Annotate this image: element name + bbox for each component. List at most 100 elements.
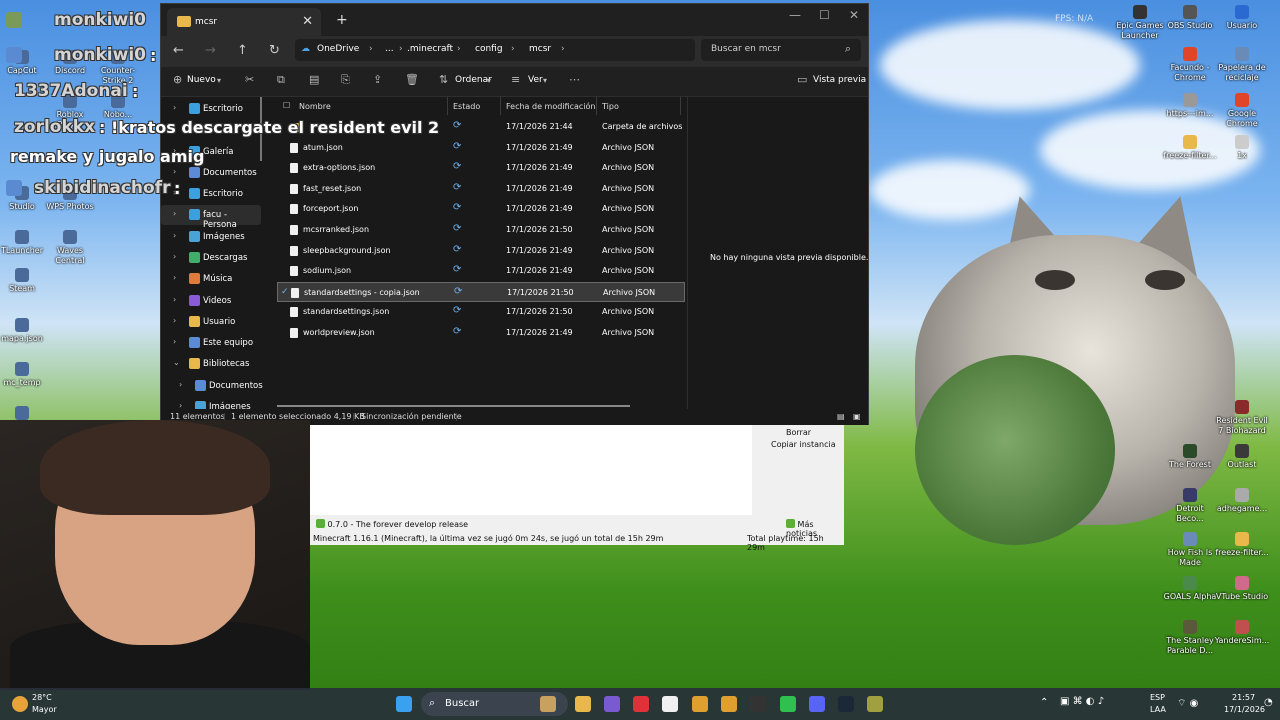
weather-icon[interactable] bbox=[12, 696, 28, 712]
launcher-icon[interactable] bbox=[867, 696, 883, 712]
chevron-right-icon[interactable]: › bbox=[179, 401, 182, 409]
nav-item[interactable]: › Descargas bbox=[161, 248, 261, 268]
shortcut-label: Studio bbox=[9, 202, 35, 211]
spotify-icon[interactable] bbox=[780, 696, 796, 712]
file-row[interactable]: standardsettings.json ⟳ 17/1/2026 21:50 Arc… bbox=[277, 302, 685, 322]
desktop-shortcut[interactable]: Detroit Beco... bbox=[1162, 488, 1218, 524]
language-indicator[interactable]: ESP bbox=[1150, 693, 1165, 702]
tiles-view-icon[interactable]: ▣ bbox=[853, 412, 861, 421]
horizontal-scrollbar[interactable] bbox=[277, 405, 630, 407]
nav-item[interactable]: ⌄ Bibliotecas bbox=[161, 354, 261, 374]
windows-start-icon[interactable] bbox=[396, 696, 412, 712]
desktop-shortcut[interactable]: freeze-filter... bbox=[1214, 532, 1270, 558]
details-view-icon[interactable]: ▤ bbox=[837, 412, 845, 421]
app-icon[interactable] bbox=[604, 696, 620, 712]
nav-item[interactable]: › Música bbox=[161, 269, 261, 289]
desktop-shortcut[interactable]: Epic Games Launcher bbox=[1112, 5, 1168, 41]
column-status[interactable]: Estado bbox=[453, 102, 480, 111]
file-explorer-icon[interactable] bbox=[575, 696, 591, 712]
file-row[interactable]: forceport.json ⟳ 17/1/2026 21:49 Archivo JS… bbox=[277, 199, 685, 219]
chevron-down-icon[interactable]: ⌄ bbox=[173, 358, 180, 367]
shortcut-icon bbox=[1235, 93, 1249, 107]
file-row[interactable]: mcsrranked.json ⟳ 17/1/2026 21:50 Archivo J… bbox=[277, 220, 685, 240]
steam-icon[interactable] bbox=[838, 696, 854, 712]
close-window-icon[interactable]: ✕ bbox=[849, 8, 859, 22]
view-button[interactable]: Ver bbox=[528, 75, 543, 85]
wps-icon[interactable] bbox=[633, 696, 649, 712]
desktop-shortcut[interactable]: Google Chrome bbox=[1214, 93, 1270, 129]
search-icon: ⌕ bbox=[844, 42, 851, 55]
desktop-shortcut[interactable]: OBS Studio bbox=[1162, 5, 1218, 31]
chevron-right-icon[interactable]: › bbox=[173, 252, 176, 261]
breadcrumb-mcsr[interactable]: mcsr bbox=[529, 44, 551, 54]
column-modified[interactable]: Fecha de modificación bbox=[506, 102, 595, 111]
chrome-icon[interactable] bbox=[692, 696, 708, 712]
nav-item[interactable]: › Imágenes bbox=[161, 397, 261, 409]
more-options-icon[interactable]: ⋯ bbox=[569, 73, 580, 86]
desktop-shortcut[interactable]: Outlast bbox=[1214, 444, 1270, 470]
desktop-shortcut[interactable]: mapa.json bbox=[0, 318, 48, 344]
nav-item[interactable]: › Videos bbox=[161, 291, 261, 311]
nav-item[interactable]: › Usuario bbox=[161, 312, 261, 332]
preview-pane-button[interactable]: Vista previa bbox=[813, 75, 866, 85]
minimize-icon[interactable]: — bbox=[789, 8, 801, 22]
chevron-right-icon[interactable]: › bbox=[173, 167, 176, 176]
nav-item-icon bbox=[189, 295, 200, 306]
chevron-right-icon[interactable]: › bbox=[173, 337, 176, 346]
search-input[interactable]: Buscar en mcsr ⌕ bbox=[701, 39, 861, 61]
desktop-shortcut[interactable]: The Stanley Parable D... bbox=[1162, 620, 1218, 656]
desktop-shortcut[interactable]: VTube Studio bbox=[1214, 576, 1270, 602]
desktop-shortcut[interactable]: mc_temp bbox=[0, 362, 48, 388]
desktop-shortcut[interactable]: Steam bbox=[0, 268, 48, 294]
nav-item[interactable]: › Este equipo bbox=[161, 333, 261, 353]
clock-date[interactable]: 17/1/2026 bbox=[1224, 705, 1265, 714]
desktop-shortcut[interactable]: Usuario bbox=[1214, 5, 1270, 31]
app-icon[interactable] bbox=[662, 696, 678, 712]
desktop-shortcut[interactable]: freeze-filter... bbox=[1162, 135, 1218, 161]
chevron-up-icon[interactable]: ⌃ bbox=[1040, 697, 1048, 708]
file-row[interactable]: sodium.json ⟳ 17/1/2026 21:49 Archivo JSON bbox=[277, 261, 685, 281]
news-item[interactable]: 0.7.0 - The forever develop release bbox=[316, 519, 468, 529]
desktop-shortcut[interactable]: https---im... bbox=[1162, 93, 1218, 119]
chevron-right-icon[interactable]: › bbox=[173, 295, 176, 304]
desktop-shortcut[interactable]: YandereSim... bbox=[1214, 620, 1270, 646]
desktop-shortcut[interactable]: Resident Evil 7 Biohazard bbox=[1214, 400, 1270, 436]
desktop-shortcut[interactable]: Papelera de reciclaje bbox=[1214, 47, 1270, 83]
desktop-shortcut[interactable]: How Fish Is Made bbox=[1162, 532, 1218, 568]
file-row[interactable]: ✓ standardsettings - copia.json ⟳ 17/1/2026… bbox=[277, 281, 685, 302]
nav-item[interactable]: › Imágenes bbox=[161, 227, 261, 247]
language-indicator-sub[interactable]: LAA bbox=[1150, 705, 1166, 714]
tray-icons[interactable]: ▣ ⌘ ◐ ♪ bbox=[1060, 696, 1104, 707]
clock-time[interactable]: 21:57 bbox=[1232, 693, 1255, 702]
row-checkbox[interactable]: ✓ bbox=[281, 287, 289, 297]
chevron-right-icon[interactable]: › bbox=[173, 273, 176, 282]
network-volume-icons[interactable]: ⌔ ◉ bbox=[1177, 697, 1198, 710]
notifications-icon[interactable]: ◔ bbox=[1264, 697, 1273, 708]
chevron-right-icon[interactable]: › bbox=[173, 316, 176, 325]
desktop-shortcut[interactable]: Facundo - Chrome bbox=[1162, 47, 1218, 83]
obs-icon[interactable] bbox=[750, 696, 766, 712]
column-type[interactable]: Tipo bbox=[602, 102, 619, 111]
desktop-shortcut[interactable]: TLauncher bbox=[0, 230, 48, 256]
desktop-shortcut[interactable]: 1x bbox=[1214, 135, 1270, 161]
column-name[interactable]: Nombre bbox=[299, 102, 331, 111]
chevron-right-icon[interactable]: › bbox=[179, 380, 182, 389]
chevron-right-icon[interactable]: › bbox=[173, 103, 176, 112]
nav-item[interactable]: › facu - Persona bbox=[161, 205, 261, 230]
chrome-icon[interactable] bbox=[721, 696, 737, 712]
nav-item[interactable]: › Documentos bbox=[161, 376, 263, 396]
delete-instance-button[interactable]: Borrar bbox=[786, 428, 811, 437]
desktop-shortcut[interactable]: GOALS Alpha bbox=[1162, 576, 1218, 602]
desktop-shortcut[interactable]: adhegame... bbox=[1214, 488, 1270, 514]
breadcrumb-config[interactable]: config bbox=[475, 44, 503, 54]
maximize-icon[interactable]: ☐ bbox=[819, 8, 830, 22]
desktop-shortcut[interactable]: Waves Central bbox=[44, 230, 96, 266]
copy-instance-button[interactable]: Copiar instancia bbox=[771, 440, 836, 449]
file-row[interactable]: sleepbackground.json ⟳ 17/1/2026 21:49 Arch… bbox=[277, 241, 685, 261]
desktop-shortcut[interactable]: The Forest bbox=[1162, 444, 1218, 470]
file-row[interactable]: worldpreview.json ⟳ 17/1/2026 21:49 Archivo… bbox=[277, 323, 685, 343]
chevron-right-icon[interactable]: › bbox=[173, 231, 176, 240]
widgets-icon[interactable] bbox=[540, 696, 556, 712]
chevron-right-icon[interactable]: › bbox=[173, 209, 176, 218]
discord-icon[interactable] bbox=[809, 696, 825, 712]
